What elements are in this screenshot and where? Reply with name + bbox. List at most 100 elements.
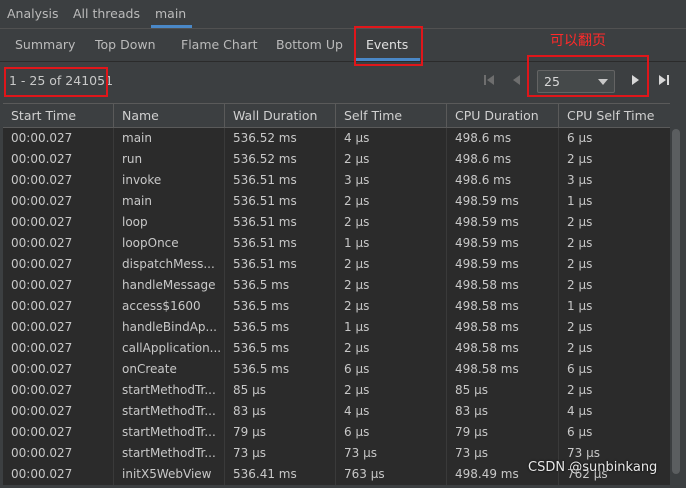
cell-cpu-duration: 83 μs [447,401,559,422]
column-header-self-time[interactable]: Self Time [336,104,447,127]
cell-start-time: 00:00.027 [3,338,114,359]
cell-wall-duration: 536.51 ms [225,233,336,254]
cell-wall-duration: 536.52 ms [225,149,336,170]
cell-start-time: 00:00.027 [3,422,114,443]
cell-wall-duration: 536.51 ms [225,254,336,275]
cell-name: loop [114,212,225,233]
table-row[interactable]: 00:00.027 invoke 536.51 ms 3 μs 498.6 ms 3 μs [3,170,670,191]
cell-wall-duration: 536.5 ms [225,296,336,317]
cell-self-time: 6 μs [336,422,447,443]
cell-self-time: 2 μs [336,191,447,212]
table-row[interactable]: 00:00.027 startMethodTr... 83 μs 4 μs 83 μs 4… [3,401,670,422]
cell-cpu-duration: 79 μs [447,422,559,443]
cell-wall-duration: 79 μs [225,422,336,443]
annotation-box-events-tab [354,26,423,66]
cell-name: main [114,128,225,149]
cell-start-time: 00:00.027 [3,401,114,422]
table-row[interactable]: 00:00.027 startMethodTr... 85 μs 2 μs 85 μs 2… [3,380,670,401]
cell-start-time: 00:00.027 [3,359,114,380]
cell-cpu-duration: 498.6 ms [447,149,559,170]
table-row[interactable]: 00:00.027 access$1600 536.5 ms 2 μs 498.58 m… [3,296,670,317]
cell-start-time: 00:00.027 [3,380,114,401]
column-header-wall-duration[interactable]: Wall Duration [225,104,336,127]
tab-summary[interactable]: Summary [15,29,75,61]
cell-cpu-self-time: 2 μs [567,257,593,271]
table-row[interactable]: 00:00.027 handleBindAp... 536.5 ms 1 μs 498.… [3,317,670,338]
thread-tab-bar: Analysis All threads main [0,0,686,29]
scrollbar-thumb[interactable] [672,129,680,474]
cell-cpu-self-time: 2 μs [567,215,593,229]
last-page-icon[interactable] [656,72,672,88]
table-row[interactable]: 00:00.027 main 536.51 ms 2 μs 498.59 ms 1 μs [3,191,670,212]
cell-wall-duration: 536.52 ms [225,128,336,149]
previous-page-icon[interactable] [509,72,525,88]
annotation-box-range [4,67,108,97]
cell-name: loopOnce [114,233,225,254]
table-row[interactable]: 00:00.027 callApplication... 536.5 ms 2 μs 4… [3,338,670,359]
cell-name: startMethodTr... [114,443,225,464]
cell-cpu-duration: 498.58 ms [447,317,559,338]
tab-main[interactable]: main [150,0,193,28]
cell-self-time: 2 μs [336,296,447,317]
cell-start-time: 00:00.027 [3,233,114,254]
cell-self-time: 3 μs [336,170,447,191]
table-row[interactable]: 00:00.027 main 536.52 ms 4 μs 498.6 ms 6 μs [3,128,670,149]
cell-cpu-duration: 498.59 ms [447,233,559,254]
tab-top-down[interactable]: Top Down [95,29,156,61]
table-row[interactable]: 00:00.027 loop 536.51 ms 2 μs 498.59 ms 2 μs [3,212,670,233]
cell-cpu-self-time: 2 μs [567,383,593,397]
table-row[interactable]: 00:00.027 startMethodTr... 79 μs 6 μs 79 μs 6… [3,422,670,443]
cell-self-time: 763 μs [336,464,447,485]
table-header: Start Time Name Wall Duration Self Time … [3,103,670,128]
cell-self-time: 1 μs [336,317,447,338]
tab-all-threads[interactable]: All threads [73,0,140,28]
cell-self-time: 2 μs [336,254,447,275]
cell-cpu-self-time: 2 μs [567,320,593,334]
cell-name: access$1600 [114,296,225,317]
table-row[interactable]: 00:00.027 run 536.52 ms 2 μs 498.6 ms 2 μs [3,149,670,170]
vertical-scrollbar[interactable] [670,103,682,488]
tab-flame-chart[interactable]: Flame Chart [181,29,258,61]
column-header-cpu-duration[interactable]: CPU Duration [447,104,559,127]
cell-wall-duration: 536.51 ms [225,191,336,212]
cell-wall-duration: 83 μs [225,401,336,422]
cell-wall-duration: 73 μs [225,443,336,464]
cell-name: invoke [114,170,225,191]
column-header-name[interactable]: Name [114,104,225,127]
cell-cpu-self-time: 2 μs [567,152,593,166]
cell-name: handleMessage [114,275,225,296]
cell-cpu-self-time: 6 μs [567,425,593,439]
cell-cpu-duration: 498.58 ms [447,338,559,359]
cell-self-time: 73 μs [336,443,447,464]
tab-bottom-up[interactable]: Bottom Up [276,29,343,61]
cell-start-time: 00:00.027 [3,464,114,485]
column-header-cpu-self-time[interactable]: CPU Self Time [559,104,670,127]
cell-start-time: 00:00.027 [3,317,114,338]
first-page-icon[interactable] [481,72,497,88]
cell-cpu-duration: 498.6 ms [447,170,559,191]
cell-name: dispatchMess... [114,254,225,275]
cell-self-time: 2 μs [336,380,447,401]
cell-wall-duration: 85 μs [225,380,336,401]
annotation-text: 可以翻页 [550,33,606,49]
cell-self-time: 2 μs [336,149,447,170]
tab-analysis[interactable]: Analysis [7,0,59,28]
table-row[interactable]: 00:00.027 handleMessage 536.5 ms 2 μs 498.58… [3,275,670,296]
cell-cpu-self-time: 1 μs [567,194,593,208]
cell-self-time: 2 μs [336,212,447,233]
cell-wall-duration: 536.51 ms [225,170,336,191]
cell-wall-duration: 536.51 ms [225,212,336,233]
cell-start-time: 00:00.027 [3,443,114,464]
cell-self-time: 2 μs [336,275,447,296]
cell-start-time: 00:00.027 [3,149,114,170]
column-header-start-time[interactable]: Start Time [3,104,114,127]
cell-name: handleBindAp... [114,317,225,338]
table-row[interactable]: 00:00.027 dispatchMess... 536.51 ms 2 μs 498… [3,254,670,275]
cell-cpu-self-time: 2 μs [567,236,593,250]
table-row[interactable]: 00:00.027 loopOnce 536.51 ms 1 μs 498.59 ms 2… [3,233,670,254]
cell-wall-duration: 536.5 ms [225,275,336,296]
cell-start-time: 00:00.027 [3,128,114,149]
cell-cpu-self-time: 3 μs [567,173,593,187]
cell-cpu-self-time: 2 μs [567,278,593,292]
table-row[interactable]: 00:00.027 onCreate 536.5 ms 6 μs 498.58 ms 6 … [3,359,670,380]
